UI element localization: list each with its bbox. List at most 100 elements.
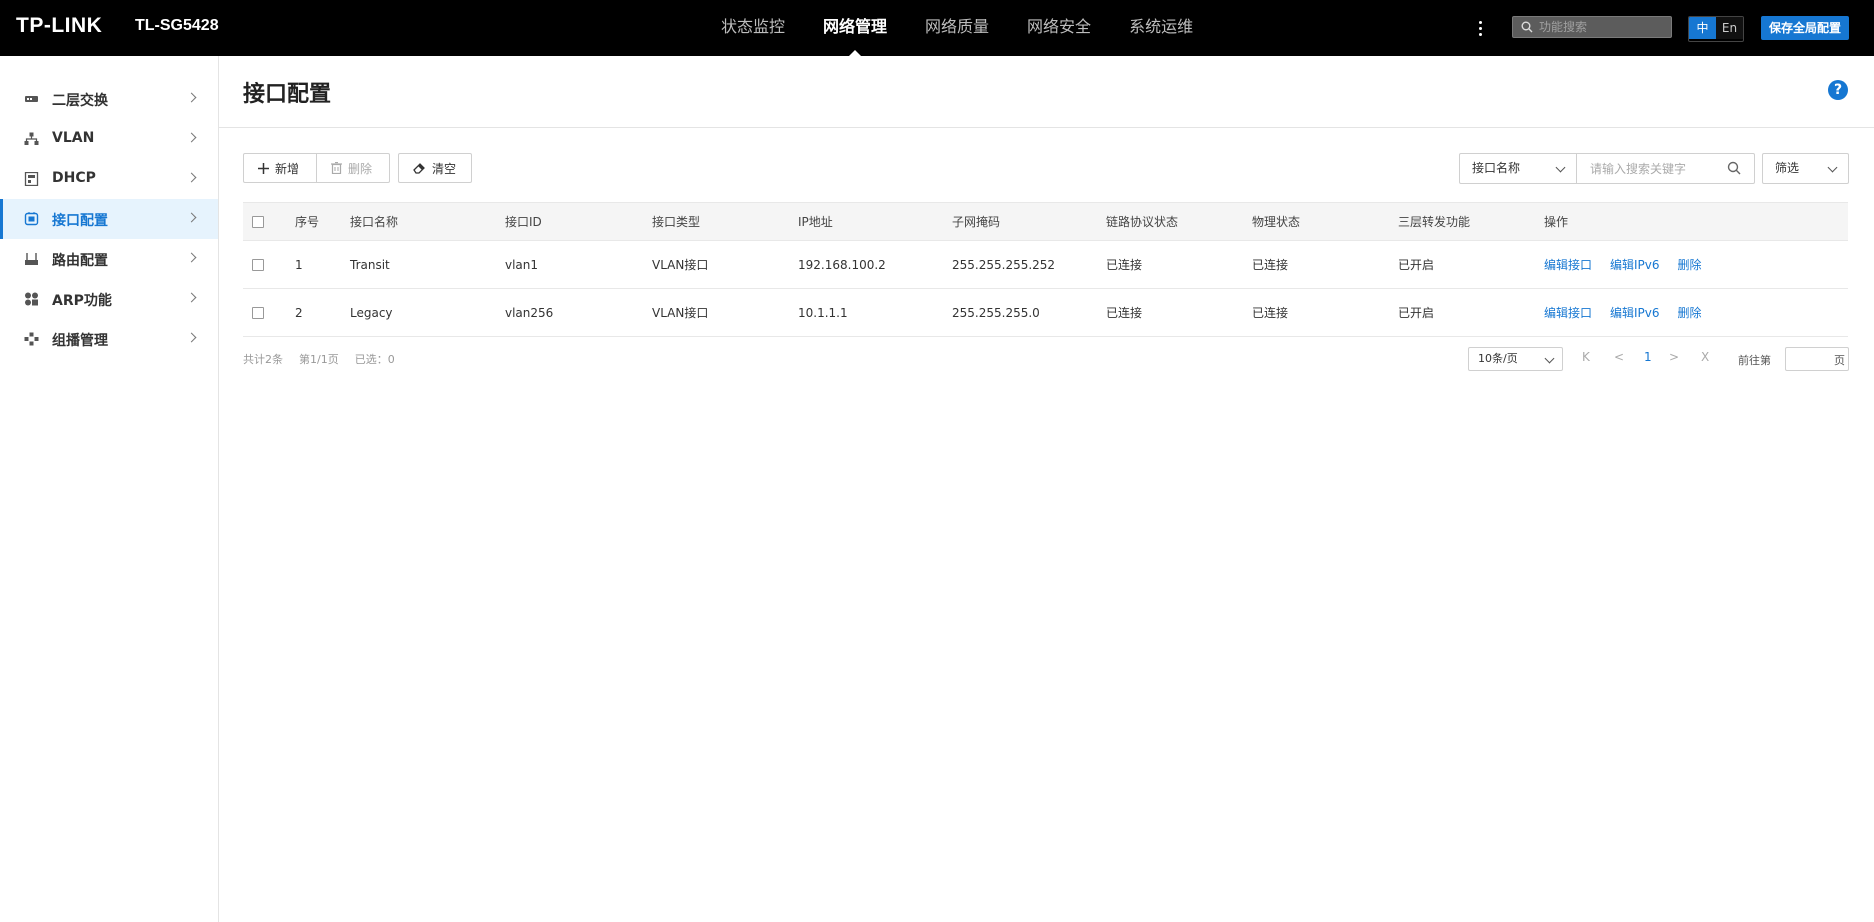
more-vertical-icon[interactable] <box>1474 16 1486 40</box>
chevron-right-icon <box>186 212 197 223</box>
sidebar-item-label: 接口配置 <box>52 213 108 229</box>
cell-name: Legacy <box>350 305 393 320</box>
router-icon <box>25 253 38 265</box>
lang-zh-button[interactable]: 中 <box>1689 17 1716 39</box>
goto-page-input[interactable] <box>1790 350 1828 368</box>
last-page-button[interactable]: X <box>1701 350 1709 364</box>
add-button[interactable]: 新增 <box>243 153 317 183</box>
edit-interface-link[interactable]: 编辑接口 <box>1544 304 1592 321</box>
edit-interface-link[interactable]: 编辑接口 <box>1544 256 1592 273</box>
sidebar-item-dhcp[interactable]: DHCP <box>0 159 218 199</box>
keyword-search-input[interactable] <box>1578 154 1718 183</box>
delete-button-label: 删除 <box>348 161 373 176</box>
search-field-value: 接口名称 <box>1472 161 1521 175</box>
sidebar-item-label: DHCP <box>52 170 96 186</box>
page-1-button[interactable]: 1 <box>1644 350 1652 364</box>
eraser-icon <box>413 163 425 174</box>
search-icon[interactable] <box>1727 161 1741 175</box>
cell-phys-status: 已连接 <box>1252 258 1289 272</box>
sidebar-item-l2-switching[interactable]: 二层交换 <box>0 79 218 119</box>
sidebar-item-interface-config[interactable]: 接口配置 <box>0 199 218 239</box>
cell-type: VLAN接口 <box>652 306 709 320</box>
goto-label: 前往第 <box>1738 354 1771 367</box>
switch-icon <box>25 96 38 102</box>
language-switch: 中 En <box>1688 16 1744 42</box>
cell-link-status: 已连接 <box>1106 258 1143 272</box>
delete-button[interactable]: 删除 <box>316 153 390 183</box>
chevron-right-icon <box>186 132 197 143</box>
header-id: 接口ID <box>505 215 542 229</box>
clear-button[interactable]: 清空 <box>398 153 472 183</box>
row-select-cell <box>252 289 264 336</box>
chevron-right-icon <box>186 92 197 103</box>
nav-network-management[interactable]: 网络管理 <box>804 0 906 56</box>
header-link-status: 链路协议状态 <box>1106 215 1179 229</box>
dhcp-icon <box>24 172 39 186</box>
page-size-value: 10条/页 <box>1478 352 1518 365</box>
cell-l3-forwarding: 已开启 <box>1398 258 1435 272</box>
sidebar-item-multicast[interactable]: 组播管理 <box>0 319 218 359</box>
goto-page: 页 <box>1785 347 1849 371</box>
cell-actions: 编辑接口 编辑IPv6 删除 <box>1544 289 1720 336</box>
header-no: 序号 <box>295 215 320 229</box>
header-actions: 操作 <box>1544 215 1569 229</box>
plus-icon <box>258 162 269 174</box>
save-global-config-button[interactable]: 保存全局配置 <box>1761 16 1849 40</box>
cell-no: 1 <box>295 257 303 272</box>
top-bar: TP-LINK TL-SG5428 状态监控 网络管理 网络质量 网络安全 系统… <box>0 0 1874 56</box>
help-icon[interactable]: ? <box>1828 80 1848 100</box>
delete-row-link[interactable]: 删除 <box>1678 304 1702 321</box>
edit-ipv6-link[interactable]: 编辑IPv6 <box>1610 256 1660 273</box>
sidebar-item-routing-config[interactable]: 路由配置 <box>0 239 218 279</box>
title-divider <box>219 127 1874 128</box>
search-icon <box>1521 21 1533 33</box>
sidebar-item-label: 路由配置 <box>52 253 108 269</box>
cell-name: Transit <box>350 257 390 272</box>
header-mask: 子网掩码 <box>952 215 1001 229</box>
first-page-button[interactable]: K <box>1582 350 1590 364</box>
nav-network-quality[interactable]: 网络质量 <box>906 0 1008 56</box>
cell-type: VLAN接口 <box>652 258 709 272</box>
sidebar-item-vlan[interactable]: VLAN <box>0 119 218 159</box>
next-page-button[interactable]: > <box>1669 350 1679 364</box>
filter-select[interactable]: 筛选 <box>1762 153 1849 184</box>
main-nav: 状态监控 网络管理 网络质量 网络安全 系统运维 <box>702 0 1212 56</box>
page-size-select[interactable]: 10条/页 <box>1468 347 1563 371</box>
table-header: 序号 接口名称 接口ID 接口类型 IP地址 子网掩码 链路协议状态 物理状态 … <box>243 202 1848 241</box>
prev-page-button[interactable]: < <box>1614 350 1624 364</box>
selected-count: 已选：0 <box>354 353 395 366</box>
select-all-checkbox[interactable] <box>252 215 264 228</box>
multicast-icon <box>24 332 39 346</box>
clear-button-label: 清空 <box>432 161 457 176</box>
function-search-input[interactable] <box>1539 17 1667 37</box>
sidebar-item-arp[interactable]: ARP功能 <box>0 279 218 319</box>
table-search: 接口名称 <box>1459 153 1755 184</box>
chevron-down-icon <box>1544 353 1555 364</box>
cell-no: 2 <box>295 305 303 320</box>
cell-id: vlan256 <box>505 305 554 320</box>
delete-row-link[interactable]: 删除 <box>1678 256 1702 273</box>
select-all-cell <box>252 203 264 240</box>
cell-phys-status: 已连接 <box>1252 306 1289 320</box>
cell-ip: 10.1.1.1 <box>798 305 848 320</box>
function-search[interactable] <box>1512 16 1672 38</box>
table-row: 2 Legacy vlan256 VLAN接口 10.1.1.1 255.255… <box>243 289 1848 337</box>
nav-network-security[interactable]: 网络安全 <box>1008 0 1110 56</box>
chevron-down-icon <box>1827 162 1838 173</box>
sidebar: 二层交换 VLAN DHCP 接口配置 路由配置 ARP功能 组播管理 <box>0 56 219 922</box>
edit-ipv6-link[interactable]: 编辑IPv6 <box>1610 304 1660 321</box>
chevron-right-icon <box>186 172 197 183</box>
sidebar-item-label: ARP功能 <box>52 293 112 309</box>
nav-system-ops[interactable]: 系统运维 <box>1110 0 1212 56</box>
row-checkbox[interactable] <box>252 306 264 319</box>
page-info: 第1/1页 <box>299 353 339 366</box>
cell-mask: 255.255.255.0 <box>952 305 1040 320</box>
cell-link-status: 已连接 <box>1106 306 1143 320</box>
search-field-select[interactable]: 接口名称 <box>1460 154 1577 183</box>
header-ip: IP地址 <box>798 215 833 229</box>
lang-en-button[interactable]: En <box>1716 17 1743 39</box>
row-checkbox[interactable] <box>252 258 264 271</box>
chevron-right-icon <box>186 332 197 343</box>
nav-status-monitor[interactable]: 状态监控 <box>702 0 804 56</box>
chevron-down-icon <box>1555 162 1566 173</box>
